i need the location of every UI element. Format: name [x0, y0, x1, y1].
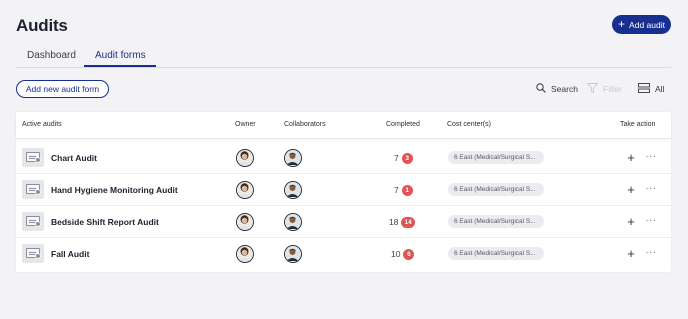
audit-form-icon [22, 212, 44, 231]
completed-count: 18 14 [389, 216, 415, 228]
completed-value: 7 [394, 153, 399, 163]
add-action-button[interactable]: + [624, 215, 638, 229]
add-action-button[interactable]: + [624, 247, 638, 261]
pending-badge: 1 [401, 184, 413, 196]
search-label: Search [551, 84, 578, 94]
completed-value: 10 [391, 249, 401, 259]
add-audit-button[interactable]: + Add audit [612, 15, 671, 34]
add-action-button[interactable]: + [624, 183, 638, 197]
completed-count: 10 6 [391, 248, 415, 260]
more-options-icon[interactable]: ··· [644, 183, 658, 197]
audit-name[interactable]: Chart Audit [51, 153, 97, 163]
table-row[interactable]: Fall Audit 10 6 6 East (Medical/Surgical… [16, 238, 671, 270]
cost-center-chip[interactable]: 6 East (Medical/Surgical S... [448, 215, 544, 228]
add-new-audit-form-button[interactable]: Add new audit form [16, 80, 109, 98]
tab-dashboard[interactable]: Dashboard [27, 50, 76, 61]
column-header-cost-centers: Cost center(s) [447, 121, 491, 128]
more-options-icon[interactable]: ··· [644, 215, 658, 229]
list-view-icon [638, 83, 650, 95]
add-audit-label: Add audit [629, 19, 665, 30]
filter-label: Filter [603, 84, 622, 94]
owner-avatar [236, 213, 254, 231]
owner-avatar [236, 149, 254, 167]
add-action-button[interactable]: + [624, 151, 638, 165]
collaborator-avatar [284, 213, 302, 231]
audit-form-icon [22, 148, 44, 167]
view-label: All [655, 84, 665, 94]
cost-center-chip[interactable]: 6 East (Medical/Surgical S... [448, 247, 544, 260]
tab-audit-forms[interactable]: Audit forms [95, 50, 146, 61]
column-header-owner: Owner [235, 121, 256, 128]
column-header-active-audits: Active audits [22, 121, 62, 128]
completed-count: 7 1 [394, 184, 413, 196]
column-header-collaborators: Collaborators [284, 121, 326, 128]
audit-name[interactable]: Fall Audit [51, 249, 89, 259]
filter-icon [586, 83, 599, 95]
audit-name[interactable]: Bedside Shift Report Audit [51, 217, 159, 227]
owner-avatar [236, 245, 254, 263]
column-header-take-action: Take action [620, 121, 656, 128]
collaborator-avatar [284, 181, 302, 199]
table-row[interactable]: Hand Hygiene Monitoring Audit 7 1 6 East… [16, 174, 671, 206]
more-options-icon[interactable]: ··· [644, 247, 658, 261]
active-tab-indicator [84, 65, 156, 67]
tab-bar: Dashboard Audit forms [16, 44, 671, 68]
table-row[interactable]: Bedside Shift Report Audit 18 14 6 East … [16, 206, 671, 238]
collaborator-avatar [284, 149, 302, 167]
view-toggle-button[interactable]: All [638, 83, 664, 95]
pending-badge: 14 [401, 216, 415, 228]
plus-icon: + [618, 17, 626, 31]
filter-button[interactable]: Filter [586, 83, 622, 95]
cost-center-chip[interactable]: 6 East (Medical/Surgical S... [448, 183, 544, 196]
collaborator-avatar [284, 245, 302, 263]
pending-badge: 3 [401, 152, 413, 164]
search-icon [536, 83, 546, 95]
audit-form-icon [22, 180, 44, 199]
audit-form-icon [22, 244, 44, 263]
column-header-completed: Completed [386, 121, 420, 128]
pending-badge: 6 [403, 248, 415, 260]
table-row[interactable]: Chart Audit 7 3 6 East (Medical/Surgical… [16, 142, 671, 174]
completed-value: 18 [389, 217, 399, 227]
page-title: Audits [16, 16, 68, 35]
audits-table: Active audits Owner Collaborators Comple… [16, 112, 671, 272]
owner-avatar [236, 181, 254, 199]
audit-name[interactable]: Hand Hygiene Monitoring Audit [51, 185, 178, 195]
more-options-icon[interactable]: ··· [644, 151, 658, 165]
table-header: Active audits Owner Collaborators Comple… [16, 112, 671, 139]
completed-count: 7 3 [394, 152, 413, 164]
search-button[interactable]: Search [536, 83, 578, 95]
cost-center-chip[interactable]: 6 East (Medical/Surgical S... [448, 151, 544, 164]
completed-value: 7 [394, 185, 399, 195]
